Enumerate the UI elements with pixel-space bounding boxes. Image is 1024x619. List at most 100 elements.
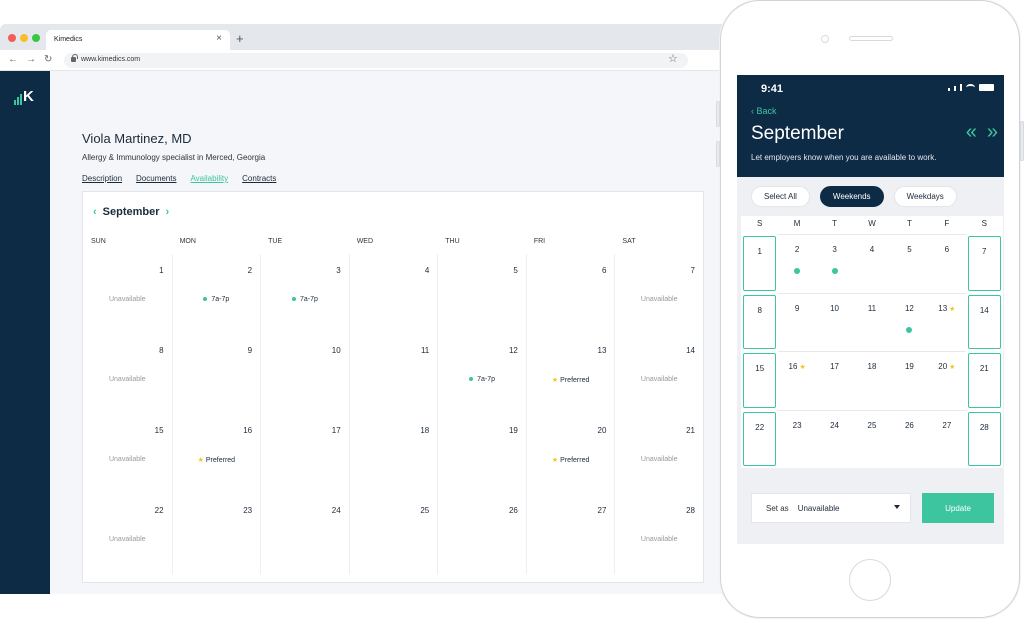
phone-day-number: 22: [755, 422, 765, 432]
calendar-day-cell[interactable]: 28 Unavailable: [614, 494, 703, 574]
next-month-double-chevron-icon[interactable]: »: [987, 121, 998, 144]
url-text: www.kimedics.com: [81, 56, 141, 63]
prev-month-double-chevron-icon[interactable]: «: [966, 121, 977, 144]
calendar-day-cell[interactable]: 15 Unavailable: [83, 414, 172, 494]
phone-day-cell[interactable]: 11: [853, 292, 891, 352]
phone-calendar-grid: 1 2 3 4 5 6 7 8 9 10 11 12 13 ★ 14 15 16 ★ 17 18 19 20 ★ 21 22 23…: [741, 234, 1003, 468]
phone-day-cell[interactable]: 22: [743, 411, 777, 466]
phone-day-cell[interactable]: 13 ★: [928, 292, 966, 352]
phone-day-cell[interactable]: 24: [815, 409, 854, 469]
calendar-day-cell[interactable]: 1 Unavailable: [83, 254, 172, 334]
calendar-day-cell[interactable]: 10: [260, 334, 349, 414]
calendar-day-cell[interactable]: 17: [260, 414, 349, 494]
url-field[interactable]: www.kimedics.com: [64, 53, 688, 68]
phone-screen: 9:41 ‹ Back September « » Let employers …: [737, 75, 1004, 544]
tab-description[interactable]: Description: [82, 174, 122, 183]
calendar-day-cell[interactable]: 11: [348, 334, 438, 414]
calendar-day-cell[interactable]: 16 ★ Preferred: [171, 414, 261, 494]
reload-icon[interactable]: ↻: [44, 54, 52, 66]
calendar-day-cell[interactable]: 22 Unavailable: [83, 494, 172, 574]
bookmark-star-icon[interactable]: ☆: [668, 52, 678, 66]
phone-weekday-label: F: [944, 219, 950, 228]
calendar-day-cell[interactable]: 24: [260, 494, 349, 574]
minimize-window-button[interactable]: [20, 34, 28, 42]
calendar-day-cell[interactable]: 6: [525, 254, 615, 334]
new-tab-icon[interactable]: +: [236, 32, 244, 45]
phone-day-cell[interactable]: 3: [815, 234, 854, 293]
phone-day-cell[interactable]: 20 ★: [928, 351, 966, 410]
phone-day-cell[interactable]: 21: [967, 353, 1001, 408]
maximize-window-button[interactable]: [32, 34, 40, 42]
phone-day-cell[interactable]: 25: [853, 409, 891, 469]
calendar-day-cell[interactable]: 4: [348, 254, 438, 334]
calendar-day-cell[interactable]: 7 Unavailable: [614, 254, 703, 334]
phone-day-cell[interactable]: 17: [815, 351, 854, 410]
phone-month-title: September: [751, 123, 844, 144]
phone-day-cell[interactable]: 12: [890, 292, 929, 352]
tab-documents[interactable]: Documents: [136, 174, 176, 183]
calendar-day-cell[interactable]: 20 ★ Preferred: [525, 414, 615, 494]
calendar-day-cell[interactable]: 18: [348, 414, 438, 494]
phone-day-cell[interactable]: 23: [778, 409, 816, 469]
calendar-day-cell[interactable]: 23: [171, 494, 261, 574]
phone-day-cell[interactable]: 10: [815, 292, 854, 352]
phone-day-cell[interactable]: 4: [853, 234, 891, 293]
next-month-icon[interactable]: ›: [166, 206, 170, 218]
home-button[interactable]: [849, 559, 891, 601]
weekends-button[interactable]: Weekends: [819, 186, 884, 207]
select-all-button[interactable]: Select All: [751, 186, 810, 207]
close-window-button[interactable]: [8, 34, 16, 42]
back-link[interactable]: ‹ Back: [751, 106, 777, 116]
phone-day-cell[interactable]: 1: [743, 236, 777, 291]
calendar-day-cell[interactable]: 14 Unavailable: [614, 334, 703, 414]
phone-day-cell[interactable]: 5: [890, 234, 929, 293]
phone-day-cell[interactable]: 2: [778, 234, 816, 293]
tab-availability[interactable]: Availability: [190, 174, 228, 183]
day-number: 1: [159, 266, 164, 275]
calendar-day-cell[interactable]: 5: [437, 254, 526, 334]
set-as-dropdown[interactable]: Set as Unavailable: [751, 493, 911, 523]
phone-day-cell[interactable]: 14: [967, 294, 1001, 349]
calendar-day-cell[interactable]: 25: [348, 494, 438, 574]
update-button[interactable]: Update: [922, 493, 994, 523]
phone-day-cell[interactable]: 15: [743, 353, 777, 408]
calendar-day-cell[interactable]: 19: [437, 414, 526, 494]
prev-month-icon[interactable]: ‹: [93, 206, 97, 218]
logo-bar-icon: [20, 94, 22, 105]
day-availability-note: Unavailable: [108, 456, 146, 463]
wifi-icon: [966, 84, 975, 91]
phone-day-cell[interactable]: 28: [967, 411, 1001, 466]
calendar-day-cell[interactable]: 2 7a-7p: [171, 254, 261, 334]
calendar-day-cell[interactable]: 27: [525, 494, 615, 574]
back-arrow-icon[interactable]: ←: [8, 54, 18, 66]
phone-day-cell[interactable]: 8: [743, 294, 777, 349]
preferred-star-icon: ★: [949, 364, 956, 371]
forward-arrow-icon[interactable]: →: [26, 54, 36, 66]
phone-day-cell[interactable]: 7: [967, 236, 1001, 291]
day-number: 21: [686, 426, 695, 435]
calendar-day-cell[interactable]: 13 ★ Preferred: [525, 334, 615, 414]
calendar-day-cell[interactable]: 21 Unavailable: [614, 414, 703, 494]
tab-contracts[interactable]: Contracts: [242, 174, 276, 183]
close-tab-icon[interactable]: ×: [216, 34, 222, 44]
calendar-day-cell[interactable]: 12 7a-7p: [437, 334, 526, 414]
calendar-day-cell[interactable]: 26: [437, 494, 526, 574]
kimedics-logo[interactable]: K: [14, 88, 36, 107]
phone-day-cell[interactable]: 19: [890, 351, 929, 410]
phone-day-cell[interactable]: 9: [778, 292, 816, 352]
preferred-star-icon: ★: [551, 457, 559, 464]
phone-day-cell[interactable]: 18: [853, 351, 891, 410]
browser-tab[interactable]: Kimedics ×: [46, 30, 230, 50]
calendar-day-cell[interactable]: 3 7a-7p: [260, 254, 349, 334]
phone-day-cell[interactable]: 16 ★: [778, 351, 816, 410]
phone-day-number: 8: [757, 305, 762, 315]
phone-day-cell[interactable]: 26: [890, 409, 929, 469]
battery-icon: [979, 84, 994, 91]
calendar-day-cell[interactable]: 8 Unavailable: [83, 334, 172, 414]
month-arrows: « »: [966, 121, 998, 144]
phone-day-cell[interactable]: 6: [928, 234, 966, 293]
weekdays-button[interactable]: Weekdays: [893, 186, 957, 207]
phone-day-cell[interactable]: 27: [928, 409, 966, 469]
calendar-day-cell[interactable]: 9: [171, 334, 261, 414]
phone-day-number: 7: [982, 247, 987, 256]
